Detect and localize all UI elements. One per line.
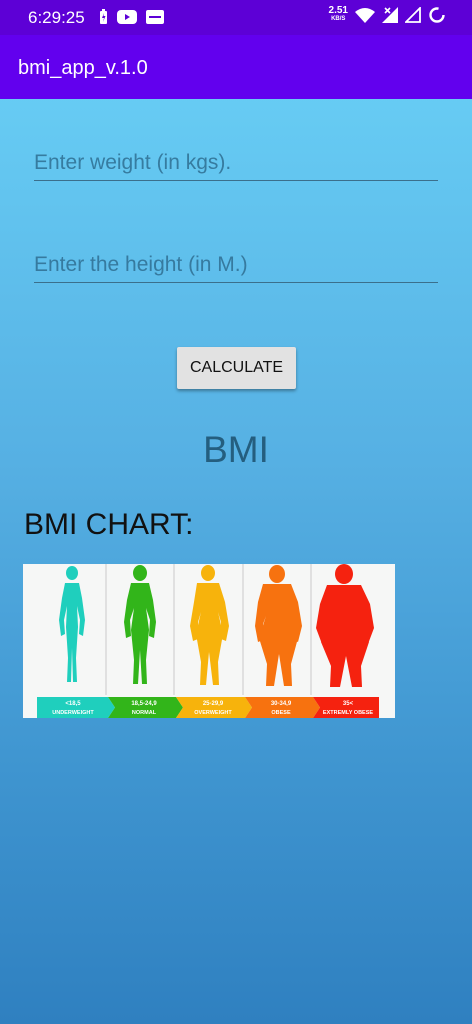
weight-input[interactable] (34, 146, 438, 181)
category-range-underweight: <18,5 (65, 701, 81, 707)
gallery-icon (146, 10, 164, 24)
battery-charging-icon (100, 9, 107, 24)
category-range-overweight: 25-29,9 (203, 701, 224, 707)
bmi-category-bar: <18,5 UNDERWEIGHT 18,5-24,9 NORMAL 25-29… (37, 697, 379, 718)
bmi-chart-image: <18,5 UNDERWEIGHT 18,5-24,9 NORMAL 25-29… (23, 564, 395, 718)
youtube-icon (117, 10, 137, 24)
network-speed: 2.51 KB/S (329, 6, 348, 24)
app-title: bmi_app_v.1.0 (18, 57, 148, 79)
status-time: 6:29:25 (28, 8, 85, 27)
sync-icon (429, 7, 445, 23)
bmi-result: BMI (203, 429, 269, 470)
signal-icon (382, 7, 398, 23)
height-input[interactable] (34, 248, 438, 283)
bmi-chart-heading: BMI CHART: (24, 508, 194, 541)
signal-empty-icon (405, 7, 421, 23)
speed-unit: KB/S (331, 16, 346, 22)
category-label-extremely-obese: EXTREMLY OBESE (323, 710, 373, 716)
category-range-obese: 30-34,9 (271, 701, 292, 707)
category-label-normal: NORMAL (132, 710, 157, 716)
wifi-icon (355, 8, 375, 23)
app-bar: bmi_app_v.1.0 (0, 35, 472, 99)
category-label-underweight: UNDERWEIGHT (52, 710, 94, 716)
status-bar: 6:29:25 2.51 KB/S (0, 0, 472, 35)
calculate-button[interactable]: CALCULATE (177, 347, 296, 389)
category-label-obese: OBESE (271, 710, 291, 716)
category-label-overweight: OVERWEIGHT (194, 710, 232, 716)
category-range-extremely-obese: 35< (343, 701, 354, 707)
category-range-normal: 18,5-24,9 (131, 701, 157, 707)
